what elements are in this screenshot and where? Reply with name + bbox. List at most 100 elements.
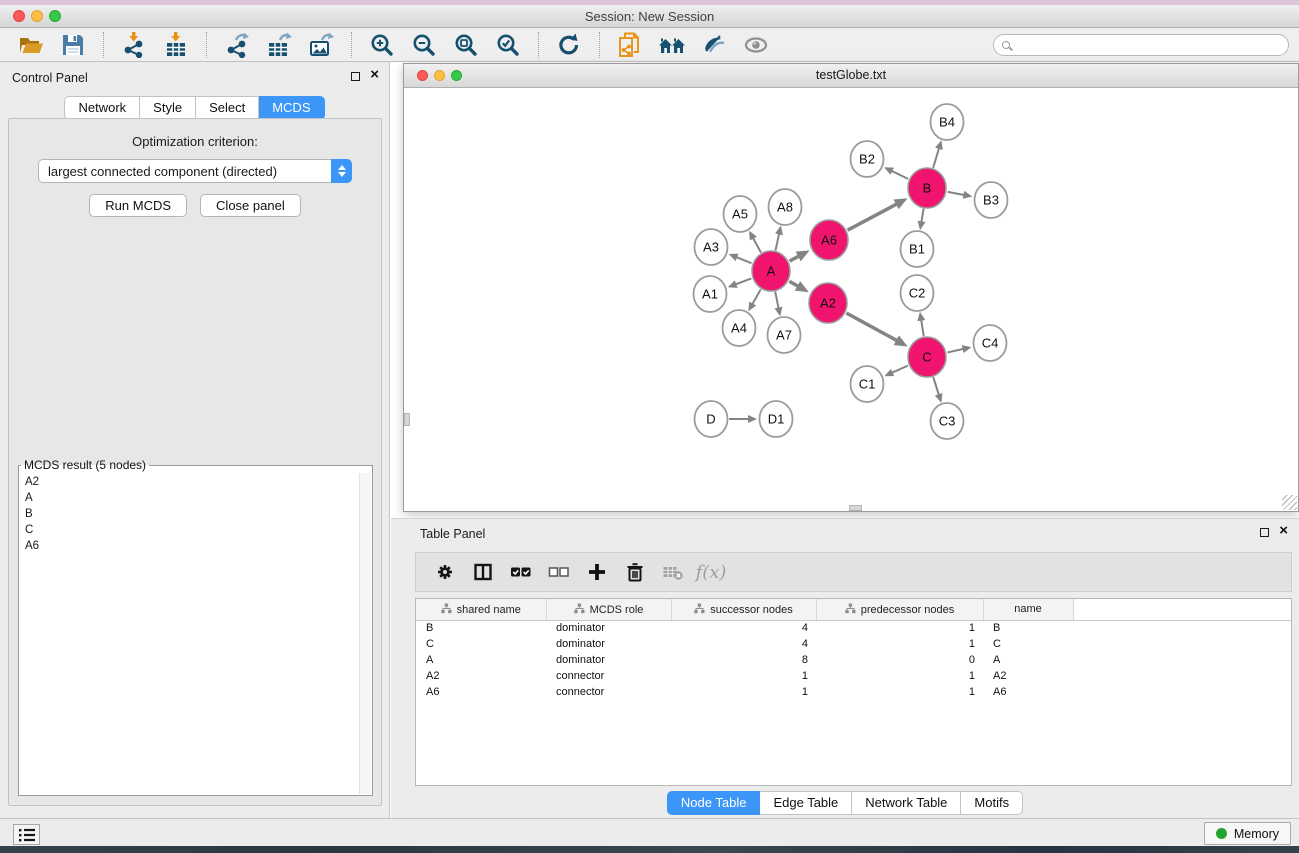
graph-edge-arrowhead-icon: [962, 345, 972, 353]
graph-node-label: A7: [776, 328, 792, 343]
tab-edge-table[interactable]: Edge Table: [760, 791, 852, 815]
delete-table-button[interactable]: [654, 555, 692, 589]
search-input[interactable]: [1016, 38, 1280, 52]
graph-edge-arrowhead-icon: [748, 415, 757, 423]
graph-edge[interactable]: [891, 366, 908, 374]
table-panel-title: Table Panel: [420, 527, 485, 541]
float-panel-icon[interactable]: [351, 72, 360, 81]
toolbar-separator: [599, 32, 600, 58]
column-header-predecessor-nodes[interactable]: predecessor nodes: [816, 599, 983, 620]
close-panel-icon[interactable]: ×: [370, 70, 379, 80]
mcds-tab-content: Optimization criterion: largest connecte…: [8, 118, 382, 806]
graph-edge[interactable]: [775, 232, 779, 250]
export-network-button[interactable]: [221, 30, 253, 60]
graph-edge[interactable]: [890, 170, 908, 179]
graph-edge[interactable]: [921, 209, 923, 224]
show-columns-button[interactable]: [464, 555, 502, 589]
table-row[interactable]: Bdominator41B: [416, 620, 1291, 636]
function-builder-button[interactable]: f(x): [692, 555, 730, 589]
graph-edge[interactable]: [848, 203, 898, 230]
vertical-scrollbar-thumb[interactable]: [404, 413, 410, 426]
column-header-name[interactable]: name: [983, 599, 1073, 620]
graph-edge[interactable]: [752, 289, 761, 305]
graph-node-label: A1: [702, 287, 718, 302]
table-row[interactable]: A6connector11A6: [416, 684, 1291, 700]
graph-node-label: A8: [777, 200, 793, 215]
column-header-mcds-role[interactable]: MCDS role: [546, 599, 671, 620]
close-panel-button[interactable]: Close panel: [200, 194, 301, 217]
column-settings-button[interactable]: [426, 555, 464, 589]
result-item[interactable]: C: [20, 522, 359, 538]
graph-edge[interactable]: [933, 147, 939, 168]
control-panel-tabs: Network Style Select MCDS: [0, 96, 389, 120]
network-canvas[interactable]: B4B2BB3A8A5A6A3B1AC2A1A2A4A7C4CC1C3DD1: [404, 89, 1298, 511]
horizontal-scrollbar-thumb[interactable]: [849, 505, 862, 511]
graph-edge[interactable]: [734, 278, 751, 284]
column-header-successor-nodes[interactable]: successor nodes: [671, 599, 816, 620]
column-header-shared-name[interactable]: shared name: [416, 599, 546, 620]
zoom-out-button[interactable]: [408, 30, 440, 60]
result-item[interactable]: A6: [20, 538, 359, 554]
task-history-button[interactable]: [13, 824, 40, 845]
column-type-icon: [845, 603, 856, 614]
refresh-button[interactable]: [553, 30, 585, 60]
result-item[interactable]: A: [20, 490, 359, 506]
graph-node-label: A: [767, 264, 776, 279]
graph-edge[interactable]: [947, 349, 964, 353]
node-table-body: Bdominator41BCdominator41CAdominator80AA…: [416, 620, 1291, 700]
save-session-button[interactable]: [57, 30, 89, 60]
tab-network-table[interactable]: Network Table: [852, 791, 961, 815]
zoom-selected-button[interactable]: [492, 30, 524, 60]
tab-motifs[interactable]: Motifs: [961, 791, 1023, 815]
add-button[interactable]: [578, 555, 616, 589]
table-row[interactable]: Cdominator41C: [416, 636, 1291, 652]
graph-edge[interactable]: [948, 192, 966, 195]
result-item[interactable]: A2: [20, 474, 359, 490]
tab-network[interactable]: Network: [64, 96, 140, 120]
select-all-button[interactable]: [502, 555, 540, 589]
network-graph-svg: B4B2BB3A8A5A6A3B1AC2A1A2A4A7C4CC1C3DD1: [404, 89, 1298, 511]
new-network-from-selection-button[interactable]: [614, 30, 646, 60]
float-panel-icon[interactable]: [1260, 528, 1269, 537]
first-neighbors-button[interactable]: [656, 30, 688, 60]
network-window-titlebar[interactable]: testGlobe.txt: [404, 64, 1298, 88]
open-file-button[interactable]: [15, 30, 47, 60]
graph-edge[interactable]: [846, 313, 898, 341]
zoom-in-button[interactable]: [366, 30, 398, 60]
toggle-visibility-button[interactable]: [740, 30, 772, 60]
zoom-fit-button[interactable]: [450, 30, 482, 60]
import-network-button[interactable]: [118, 30, 150, 60]
tab-style[interactable]: Style: [140, 96, 196, 120]
graph-edge[interactable]: [752, 237, 761, 253]
deselect-all-button[interactable]: [540, 555, 578, 589]
main-toolbar: [0, 28, 1299, 62]
result-item[interactable]: B: [20, 506, 359, 522]
graph-node-label: C: [922, 350, 931, 365]
delete-table-icon: [662, 562, 684, 582]
export-table-button[interactable]: [263, 30, 295, 60]
result-scrollbar[interactable]: [359, 473, 371, 794]
memory-button[interactable]: Memory: [1204, 822, 1291, 845]
graph-edge-arrowhead-icon: [728, 280, 738, 287]
plus-icon: [587, 562, 607, 582]
graph-node-label: A5: [732, 207, 748, 222]
search-field[interactable]: [993, 34, 1289, 56]
close-panel-icon[interactable]: ×: [1279, 526, 1288, 536]
delete-button[interactable]: [616, 555, 654, 589]
tab-select[interactable]: Select: [196, 96, 259, 120]
graph-edge[interactable]: [775, 292, 779, 310]
optimization-criterion-select[interactable]: largest connected component (directed): [38, 159, 352, 183]
table-row[interactable]: Adominator80A: [416, 652, 1291, 668]
graph-edge[interactable]: [921, 319, 924, 337]
export-image-button[interactable]: [305, 30, 337, 60]
tab-mcds[interactable]: MCDS: [259, 96, 324, 120]
graph-edge[interactable]: [933, 377, 939, 396]
show-graphics-details-button[interactable]: [698, 30, 730, 60]
table-row[interactable]: A2connector11A2: [416, 668, 1291, 684]
run-mcds-button[interactable]: Run MCDS: [89, 194, 187, 217]
import-table-button[interactable]: [160, 30, 192, 60]
zoom-fit-icon: [453, 32, 479, 58]
graph-edge[interactable]: [735, 257, 751, 264]
resize-grip-icon[interactable]: [1282, 495, 1297, 510]
tab-node-table[interactable]: Node Table: [667, 791, 761, 815]
